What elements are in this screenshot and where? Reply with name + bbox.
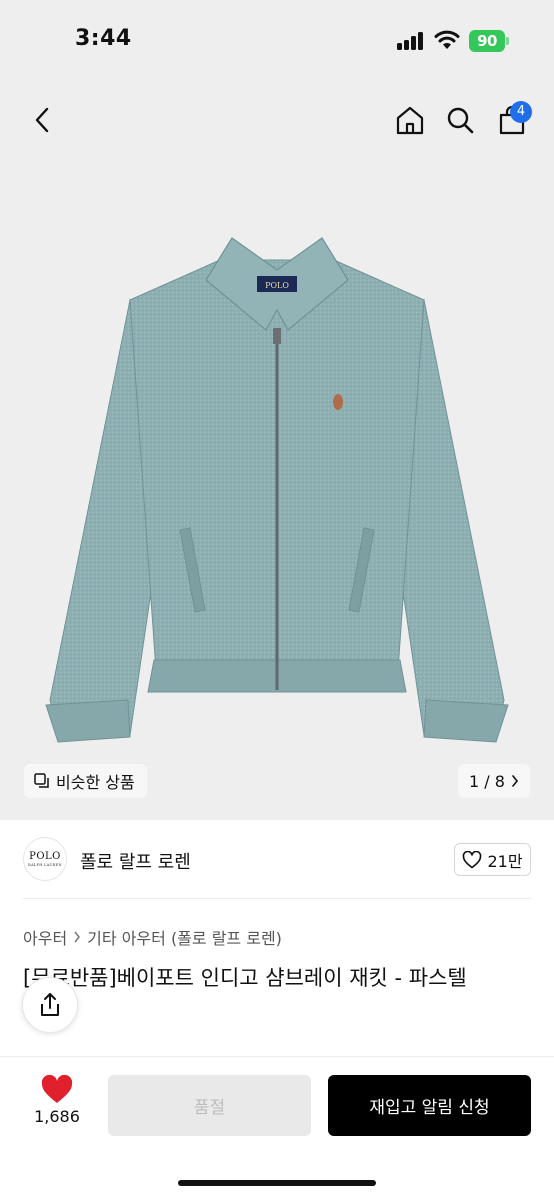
heart-outline-icon xyxy=(463,850,482,868)
similar-products-button[interactable]: 비슷한 상품 xyxy=(24,764,147,798)
copy-icon xyxy=(34,773,49,788)
search-button[interactable] xyxy=(440,100,480,140)
back-button[interactable] xyxy=(22,100,62,140)
breadcrumb-item[interactable]: 기타 아우터 (폴로 랄프 로렌) xyxy=(87,925,282,949)
home-button[interactable] xyxy=(390,100,430,140)
image-pager[interactable]: 1 / 8 xyxy=(458,764,530,798)
battery-icon: 90 xyxy=(469,30,509,52)
breadcrumb: 아우터 기타 아우터 (폴로 랄프 로렌) xyxy=(23,925,282,949)
status-bar: 3:44 90 xyxy=(0,0,554,84)
brand-logo-subtext: RALPH LAUREN xyxy=(28,863,62,867)
product-title: [무료반품]베이포트 인디고 샴브레이 재킷 - 파스텔 xyxy=(23,966,467,990)
brand-like-count: 21만 xyxy=(487,851,523,871)
wish-button[interactable]: 1,686 xyxy=(24,1075,90,1137)
brand-name[interactable]: 폴로 랄프 로렌 xyxy=(80,848,191,874)
bottom-action-bar: 1,686 품절 재입고 알림 신청 xyxy=(0,1056,554,1200)
heart-filled-icon xyxy=(41,1075,73,1103)
chevron-right-icon xyxy=(512,775,518,787)
divider xyxy=(23,898,531,899)
restock-alert-button[interactable]: 재입고 알림 신청 xyxy=(328,1075,531,1136)
status-time: 3:44 xyxy=(75,26,132,51)
battery-level: 90 xyxy=(477,32,497,50)
cellular-signal-icon xyxy=(397,32,425,50)
home-indicator xyxy=(178,1180,376,1186)
svg-text:POLO: POLO xyxy=(265,281,289,290)
share-button[interactable] xyxy=(22,977,78,1033)
chevron-left-icon xyxy=(35,107,49,133)
share-icon xyxy=(41,993,59,1016)
wifi-icon xyxy=(434,30,460,50)
soldout-button: 품절 xyxy=(108,1075,311,1136)
product-image[interactable]: POLO xyxy=(20,200,534,760)
cart-count-badge: 4 xyxy=(510,101,532,123)
chevron-right-icon xyxy=(74,931,81,943)
search-icon xyxy=(447,107,474,134)
brand-logo[interactable]: POLO RALPH LAUREN xyxy=(23,837,67,881)
similar-products-label: 비슷한 상품 xyxy=(56,773,135,792)
wish-count: 1,686 xyxy=(34,1107,80,1126)
image-pager-count: 1 / 8 xyxy=(469,771,505,791)
brand-like-button[interactable]: 21만 xyxy=(454,843,531,876)
breadcrumb-item[interactable]: 아우터 xyxy=(23,925,67,949)
brand-logo-text: POLO xyxy=(29,851,61,862)
brand-row: POLO RALPH LAUREN 폴로 랄프 로렌 21만 xyxy=(0,822,554,898)
home-icon xyxy=(396,106,424,135)
